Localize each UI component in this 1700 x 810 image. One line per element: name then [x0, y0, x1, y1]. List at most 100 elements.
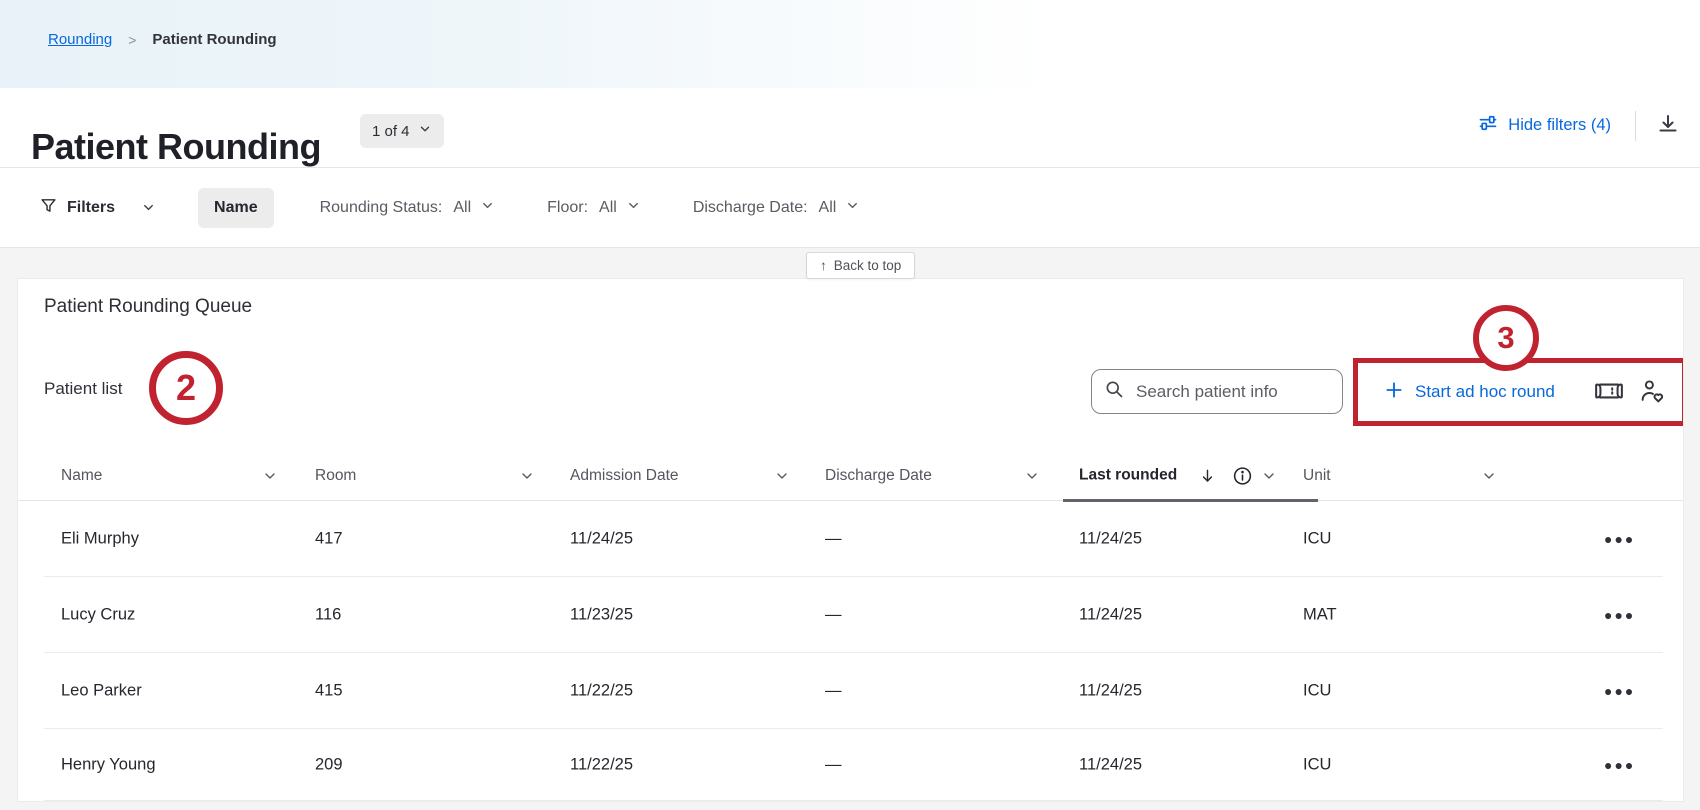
table-row: Leo Parker 415 11/22/25 — 11/24/25 ICU ●…: [18, 653, 1684, 729]
filter-rounding-status-label: Rounding Status:: [320, 199, 443, 217]
cell-discharge-date: —: [825, 530, 842, 549]
chevron-down-icon: [141, 200, 156, 215]
assign-patient-button[interactable]: [1639, 378, 1666, 407]
funnel-icon: [40, 197, 57, 219]
table-header: Name Room Admission Date Discharge Date …: [18, 451, 1684, 501]
patient-list-label: Patient list: [44, 379, 122, 399]
cell-name: Eli Murphy: [61, 530, 139, 549]
table-row: Henry Young 209 11/22/25 — 11/24/25 ICU …: [18, 729, 1684, 801]
cell-name: Henry Young: [61, 756, 156, 775]
cell-last-rounded: 11/24/25: [1079, 606, 1142, 625]
cell-name: Lucy Cruz: [61, 606, 135, 625]
cell-last-rounded: 11/24/25: [1079, 530, 1142, 549]
breadcrumb-separator: >: [128, 32, 136, 48]
cell-admission-date: 11/23/25: [570, 606, 633, 625]
annotation-step-2-number: 2: [176, 367, 196, 409]
annotation-step-2: 2: [149, 351, 223, 425]
breadcrumb-band: Rounding > Patient Rounding: [0, 0, 1700, 88]
row-menu-button[interactable]: ●●●: [1598, 751, 1641, 779]
person-heart-icon: [1639, 378, 1666, 407]
column-header-name[interactable]: Name: [61, 467, 102, 485]
filter-rounding-status-value: All: [453, 199, 471, 217]
chevron-down-icon[interactable]: [519, 468, 535, 484]
cell-last-rounded: 11/24/25: [1079, 756, 1142, 775]
cell-admission-date: 11/22/25: [570, 682, 633, 701]
cell-admission-date: 11/24/25: [570, 530, 633, 549]
filters-label: Filters: [67, 199, 115, 217]
chevron-down-icon: [845, 198, 860, 218]
chevron-down-icon: [480, 198, 495, 218]
cell-admission-date: 11/22/25: [570, 756, 633, 775]
start-ad-hoc-round-label: Start ad hoc round: [1415, 382, 1555, 402]
chevron-down-icon[interactable]: [1024, 468, 1040, 484]
search-input[interactable]: [1134, 381, 1330, 403]
filter-rounding-status[interactable]: Rounding Status: All: [314, 197, 502, 219]
back-to-top-button[interactable]: ↑ Back to top: [806, 252, 915, 279]
queue-action-icons: [1594, 378, 1666, 407]
title-bar: Patient Rounding 1 of 4 Hide filters (4): [0, 88, 1700, 168]
filter-chip-name[interactable]: Name: [198, 188, 274, 228]
hide-filters-button[interactable]: Hide filters (4): [1471, 112, 1617, 139]
patient-search: [1091, 369, 1343, 414]
sort-descending-icon[interactable]: [1199, 467, 1216, 484]
row-menu-button[interactable]: ●●●: [1598, 601, 1641, 629]
back-to-top-label: Back to top: [834, 258, 902, 273]
row-menu-button[interactable]: ●●●: [1598, 677, 1641, 705]
cell-discharge-date: —: [825, 682, 842, 701]
filter-bar: Filters Name Rounding Status: All Floor:…: [0, 168, 1700, 248]
cell-room: 417: [315, 530, 343, 549]
page-title: Patient Rounding: [31, 126, 321, 168]
search-icon: [1104, 379, 1124, 404]
download-icon: [1656, 112, 1680, 139]
column-header-last-rounded[interactable]: Last rounded: [1079, 467, 1177, 485]
filter-discharge-date-value: All: [819, 199, 837, 217]
table-row: Lucy Cruz 116 11/23/25 — 11/24/25 MAT ●●…: [18, 577, 1684, 653]
chevron-down-icon[interactable]: [774, 468, 790, 484]
sliders-icon: [1477, 113, 1499, 138]
cell-room: 209: [315, 756, 343, 775]
cell-discharge-date: —: [825, 756, 842, 775]
queue-section-title: Patient Rounding Queue: [44, 296, 252, 318]
page-selector-label: 1 of 4: [372, 123, 410, 140]
chevron-down-icon: [418, 122, 432, 140]
chevron-down-icon[interactable]: [262, 468, 278, 484]
table-row: Eli Murphy 417 11/24/25 — 11/24/25 ICU ●…: [18, 501, 1684, 577]
filter-floor-value: All: [599, 199, 617, 217]
row-menu-button[interactable]: ●●●: [1598, 525, 1641, 553]
filter-floor[interactable]: Floor: All: [541, 197, 647, 219]
patient-rounding-queue-card: Patient Rounding Queue Patient list 2 St…: [17, 278, 1684, 802]
download-button[interactable]: [1654, 110, 1682, 141]
annotation-step-3: 3: [1473, 305, 1539, 371]
cell-unit: MAT: [1303, 606, 1337, 625]
row-divider: [44, 800, 1663, 801]
cell-last-rounded: 11/24/25: [1079, 682, 1142, 701]
annotation-step-3-number: 3: [1497, 320, 1514, 356]
ticket-button[interactable]: [1594, 379, 1624, 406]
chevron-down-icon: [626, 198, 641, 218]
page-selector-dropdown[interactable]: 1 of 4: [360, 114, 444, 148]
info-icon[interactable]: [1232, 465, 1253, 486]
up-arrow-icon: ↑: [820, 258, 827, 273]
patient-rounding-page: Rounding > Patient Rounding Patient Roun…: [0, 0, 1700, 810]
cell-unit: ICU: [1303, 756, 1331, 775]
breadcrumb-link-rounding[interactable]: Rounding: [48, 31, 112, 48]
cell-room: 415: [315, 682, 343, 701]
hide-filters-label: Hide filters (4): [1508, 116, 1611, 135]
column-header-room[interactable]: Room: [315, 467, 356, 485]
cell-unit: ICU: [1303, 530, 1331, 549]
filter-floor-label: Floor:: [547, 199, 588, 217]
chevron-down-icon[interactable]: [1261, 468, 1277, 484]
breadcrumb-current: Patient Rounding: [152, 31, 276, 48]
column-header-unit[interactable]: Unit: [1303, 467, 1331, 485]
column-header-discharge-date[interactable]: Discharge Date: [825, 467, 932, 485]
cell-name: Leo Parker: [61, 682, 142, 701]
column-header-admission-date[interactable]: Admission Date: [570, 467, 679, 485]
start-ad-hoc-round-button[interactable]: Start ad hoc round: [1378, 379, 1561, 406]
ticket-icon: [1594, 379, 1624, 406]
breadcrumb: Rounding > Patient Rounding: [48, 31, 277, 48]
filter-discharge-date[interactable]: Discharge Date: All: [687, 197, 867, 219]
chevron-down-icon[interactable]: [1481, 468, 1497, 484]
cell-discharge-date: —: [825, 606, 842, 625]
filters-menu[interactable]: Filters: [40, 197, 156, 219]
filter-discharge-date-label: Discharge Date:: [693, 199, 808, 217]
